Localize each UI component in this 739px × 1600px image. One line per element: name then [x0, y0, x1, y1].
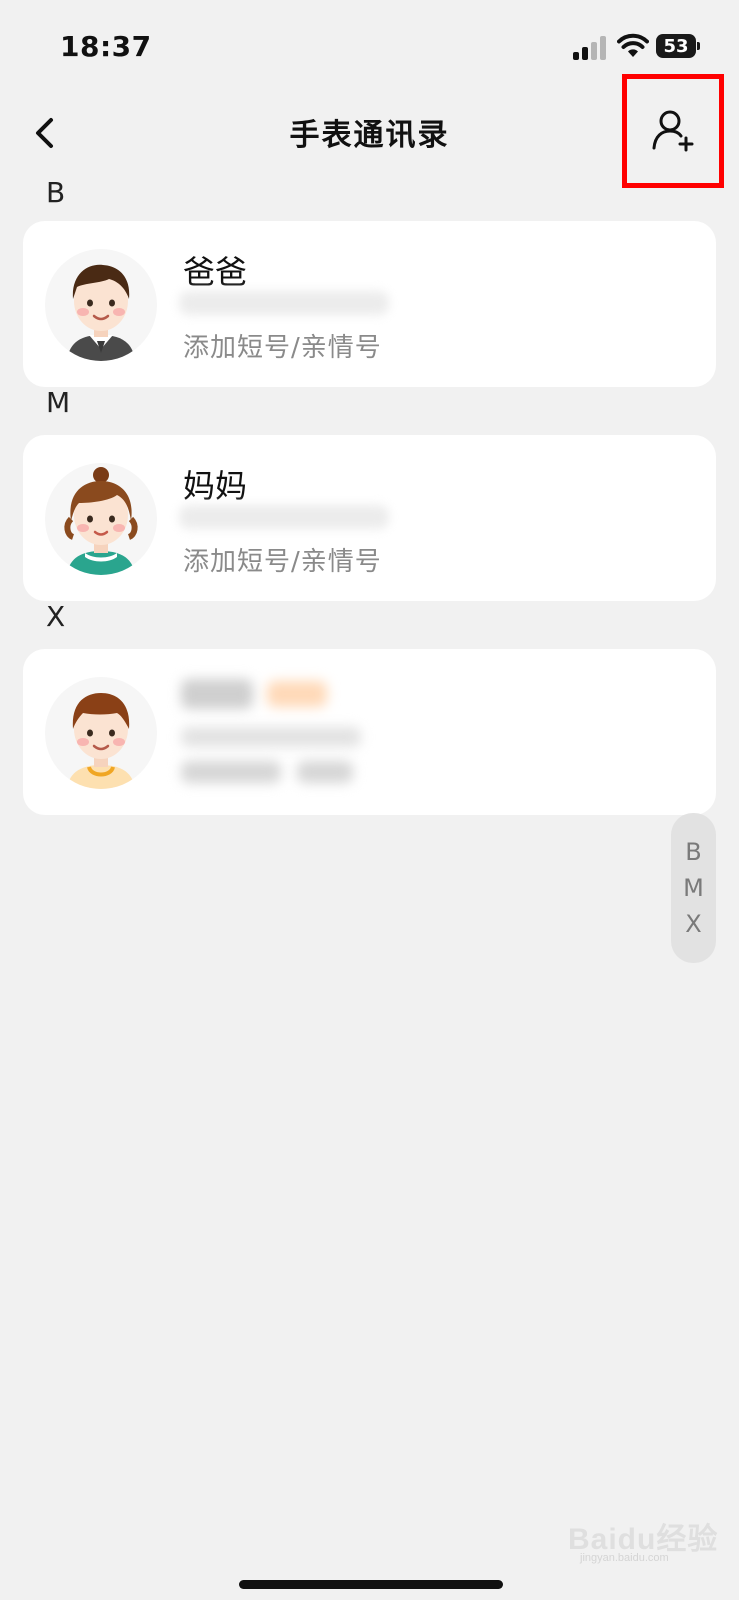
status-time: 18:37: [60, 30, 152, 63]
section-header-b: B: [46, 176, 66, 209]
contact-phone-redacted: [179, 291, 389, 315]
index-letter-b[interactable]: B: [685, 834, 701, 870]
mom-avatar: [45, 463, 157, 575]
contact-card-mom[interactable]: 妈妈 添加短号/亲情号: [23, 435, 716, 601]
contact-detail-redacted: [181, 761, 281, 783]
child-avatar: [45, 677, 157, 789]
contact-card-child[interactable]: [23, 649, 716, 815]
add-contact-button[interactable]: [622, 74, 724, 188]
dad-avatar: [45, 249, 157, 361]
section-header-m: M: [46, 386, 71, 419]
battery-indicator: 53: [656, 34, 700, 58]
index-letter-m[interactable]: M: [683, 870, 704, 906]
add-user-icon: [652, 110, 694, 152]
contact-name: 爸爸: [183, 253, 248, 291]
wifi-icon: [617, 33, 649, 57]
home-indicator: [239, 1580, 503, 1589]
contact-card-dad[interactable]: 爸爸 添加短号/亲情号: [23, 221, 716, 387]
alphabet-index-bar[interactable]: B M X: [671, 813, 716, 963]
relation-badge-redacted: [267, 681, 327, 707]
add-short-number-link[interactable]: 添加短号/亲情号: [183, 327, 382, 364]
section-header-x: X: [46, 600, 66, 633]
add-short-number-link[interactable]: 添加短号/亲情号: [183, 541, 382, 578]
nav-bar: 手表通讯录: [0, 74, 739, 190]
watermark-subtext: jingyan.baidu.com: [580, 1552, 669, 1564]
contact-phone-redacted: [181, 727, 361, 747]
contact-name-redacted: [181, 679, 253, 709]
index-letter-x[interactable]: X: [685, 906, 701, 942]
contact-name: 妈妈: [183, 467, 248, 505]
watermark: Baidu经验 jingyan.baidu.com: [568, 1514, 728, 1570]
contact-detail-redacted: [297, 761, 353, 783]
contact-phone-redacted: [179, 505, 389, 529]
signal-icon: [573, 36, 609, 60]
